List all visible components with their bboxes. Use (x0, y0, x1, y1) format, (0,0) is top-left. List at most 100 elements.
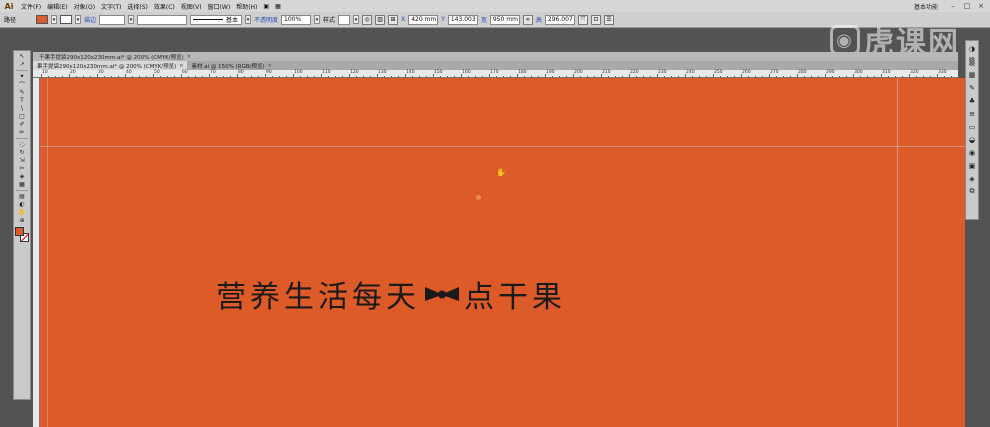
tool-icon[interactable]: T (15, 97, 29, 104)
tool-icon[interactable]: ✎ (15, 89, 29, 96)
width-field[interactable]: 950 mm (489, 14, 520, 25)
artboards-icon[interactable]: ⧉ (967, 187, 977, 196)
swatches-icon[interactable]: ▦ (967, 70, 977, 79)
maximize-button[interactable]: □ (962, 2, 972, 11)
opacity-dropdown-icon[interactable]: ▾ (314, 15, 321, 24)
fill-swatch[interactable] (36, 15, 49, 24)
menu-select[interactable]: 选择(S) (124, 2, 151, 11)
tool-icon[interactable]: ↖ (15, 53, 29, 60)
isolate-icon[interactable]: ⊡ (590, 14, 601, 25)
hand-cursor-icon: ✋ (496, 168, 506, 177)
app-logo: Ai (4, 1, 14, 11)
style-swatch[interactable] (338, 14, 351, 25)
ruler-label: 10 (42, 70, 48, 75)
tool-icon[interactable]: ▤ (15, 193, 29, 200)
headline-text[interactable]: 营养生活每天 点干果 (216, 272, 566, 316)
document-tab[interactable]: 素材.ai @ 150% (RGB/预览) × (187, 61, 275, 70)
workspace-switcher[interactable]: 基本功能 (914, 2, 938, 11)
close-tab-icon[interactable]: × (179, 63, 183, 69)
brushes-icon[interactable]: ✎ (967, 83, 977, 92)
tool-icon[interactable]: ✦ (15, 73, 29, 80)
tool-icon[interactable]: □ (15, 113, 29, 120)
y-field[interactable]: 143.003 (447, 14, 478, 25)
menu-view[interactable]: 视图(V) (178, 2, 205, 11)
tool-icon[interactable]: ⌒ (15, 81, 29, 89)
horizontal-ruler[interactable]: 10 20 30 40 50 60 70 80 90 100 110 120 130 140 150 160 1… (33, 70, 959, 78)
tool-icon[interactable]: ↻ (15, 149, 29, 156)
brush-dropdown-icon[interactable]: ▾ (245, 15, 252, 24)
transparency-icon[interactable]: ◒ (967, 135, 977, 144)
tool-icon[interactable]: ↗ (15, 61, 29, 68)
fill-color-box[interactable] (15, 227, 24, 236)
menu-object[interactable]: 对象(O) (71, 2, 98, 11)
menu-effect[interactable]: 效果(C) (151, 2, 178, 11)
menu-window[interactable]: 窗口(W) (205, 2, 234, 11)
fill-stroke-widget[interactable] (15, 227, 29, 243)
close-button[interactable]: × (976, 2, 986, 11)
vertical-ruler[interactable] (33, 78, 40, 427)
anchor-point[interactable] (476, 195, 481, 200)
color-guide-icon[interactable]: ▒ (967, 57, 977, 66)
tool-icon[interactable]: ◐ (15, 201, 29, 208)
opacity-field[interactable]: 100% (281, 14, 312, 25)
bridge-icon[interactable]: ▣ (260, 3, 272, 10)
tool-icon[interactable]: ▦ (15, 181, 29, 188)
menu-edit[interactable]: 编辑(E) (44, 2, 70, 11)
tool-icon[interactable]: ✂ (15, 165, 29, 172)
stroke-label[interactable]: 描边 (84, 15, 96, 24)
stroke-panel-icon[interactable]: ≡ (967, 109, 977, 118)
brush-definition-field[interactable]: 基本 (190, 14, 243, 25)
stroke-weight-field[interactable] (99, 14, 126, 25)
style-dropdown-icon[interactable]: ▾ (353, 15, 360, 24)
panel-menu-icon[interactable]: ☰ (603, 14, 614, 25)
graphic-styles-icon[interactable]: ▣ (967, 161, 977, 170)
toolbox-divider (16, 138, 28, 139)
gradient-icon[interactable]: ▭ (967, 122, 977, 131)
ruler-label: 50 (154, 70, 160, 75)
layers-icon[interactable]: ◈ (967, 174, 977, 183)
height-field[interactable]: 296.007 (544, 14, 575, 25)
tool-icon[interactable]: ⇲ (15, 157, 29, 164)
tool-icon[interactable]: ✏ (15, 129, 29, 136)
menu-type[interactable]: 文字(T) (98, 2, 124, 11)
close-tab-icon[interactable]: × (187, 54, 191, 60)
symbols-icon[interactable]: ♣ (967, 96, 977, 105)
panel-icon-strip: ◑ ▒ ▦ ✎ ♣ ≡ ▭ ◒ ◉ ▣ ◈ ⧉ (965, 40, 979, 220)
menu-file[interactable]: 文件(F) (18, 2, 44, 11)
appearance-icon[interactable]: ◉ (967, 148, 977, 157)
tool-icon[interactable]: ✐ (15, 121, 29, 128)
transform-icon[interactable]: ⤧ (577, 14, 588, 25)
document-tab[interactable]: 干果手提袋290x120x230mm.ai* @ 200% (CMYK/预览) … (35, 52, 195, 61)
tool-icon[interactable]: ◌ (15, 141, 29, 148)
minimize-button[interactable]: – (948, 2, 958, 11)
opacity-label[interactable]: 不透明度 (254, 15, 278, 24)
menu-help[interactable]: 帮助(H) (233, 2, 260, 11)
ruler-label: 80 (238, 70, 244, 75)
artboard-canvas[interactable]: ✋ 营养生活每天 点干果 (40, 78, 977, 427)
align-icon[interactable]: ▥ (375, 14, 386, 25)
ruler-label: 130 (378, 70, 387, 75)
document-tab-bar: 果手提袋290x120x230mm.ai* @ 200% (CMYK/预览) ×… (33, 61, 958, 70)
variable-width-field[interactable] (137, 14, 188, 25)
recolor-icon[interactable]: ◎ (362, 14, 373, 25)
tool-icon[interactable]: \ (15, 105, 29, 112)
tool-icon[interactable]: ⊕ (15, 217, 29, 224)
tool-icon[interactable]: ✋ (15, 209, 29, 216)
ruler-label: 310 (882, 70, 891, 75)
fill-dropdown-icon[interactable]: ▾ (51, 15, 58, 24)
ruler-label: 20 (70, 70, 76, 75)
stroke-swatch[interactable] (60, 15, 73, 24)
x-field[interactable]: 420 mm (408, 14, 439, 25)
close-tab-icon[interactable]: × (268, 63, 272, 69)
constrain-proportions-icon[interactable]: ∞ (522, 14, 533, 25)
color-panel-icon[interactable]: ◑ (967, 44, 977, 53)
stroke-weight-dropdown-icon[interactable]: ▾ (128, 15, 135, 24)
reference-point-icon[interactable]: ⊞ (388, 14, 399, 25)
document-tab-label: 果手提袋290x120x230mm.ai* @ 200% (CMYK/预览) (37, 63, 177, 70)
tool-icon[interactable]: ◈ (15, 173, 29, 180)
brush-stroke-preview (193, 19, 224, 20)
arrange-documents-icon[interactable]: ▦ (272, 3, 284, 10)
document-tab-active[interactable]: 果手提袋290x120x230mm.ai* @ 200% (CMYK/预览) × (33, 61, 188, 70)
window-controls: 基本功能 – □ × (914, 2, 990, 11)
stroke-dropdown-icon[interactable]: ▾ (75, 15, 82, 24)
